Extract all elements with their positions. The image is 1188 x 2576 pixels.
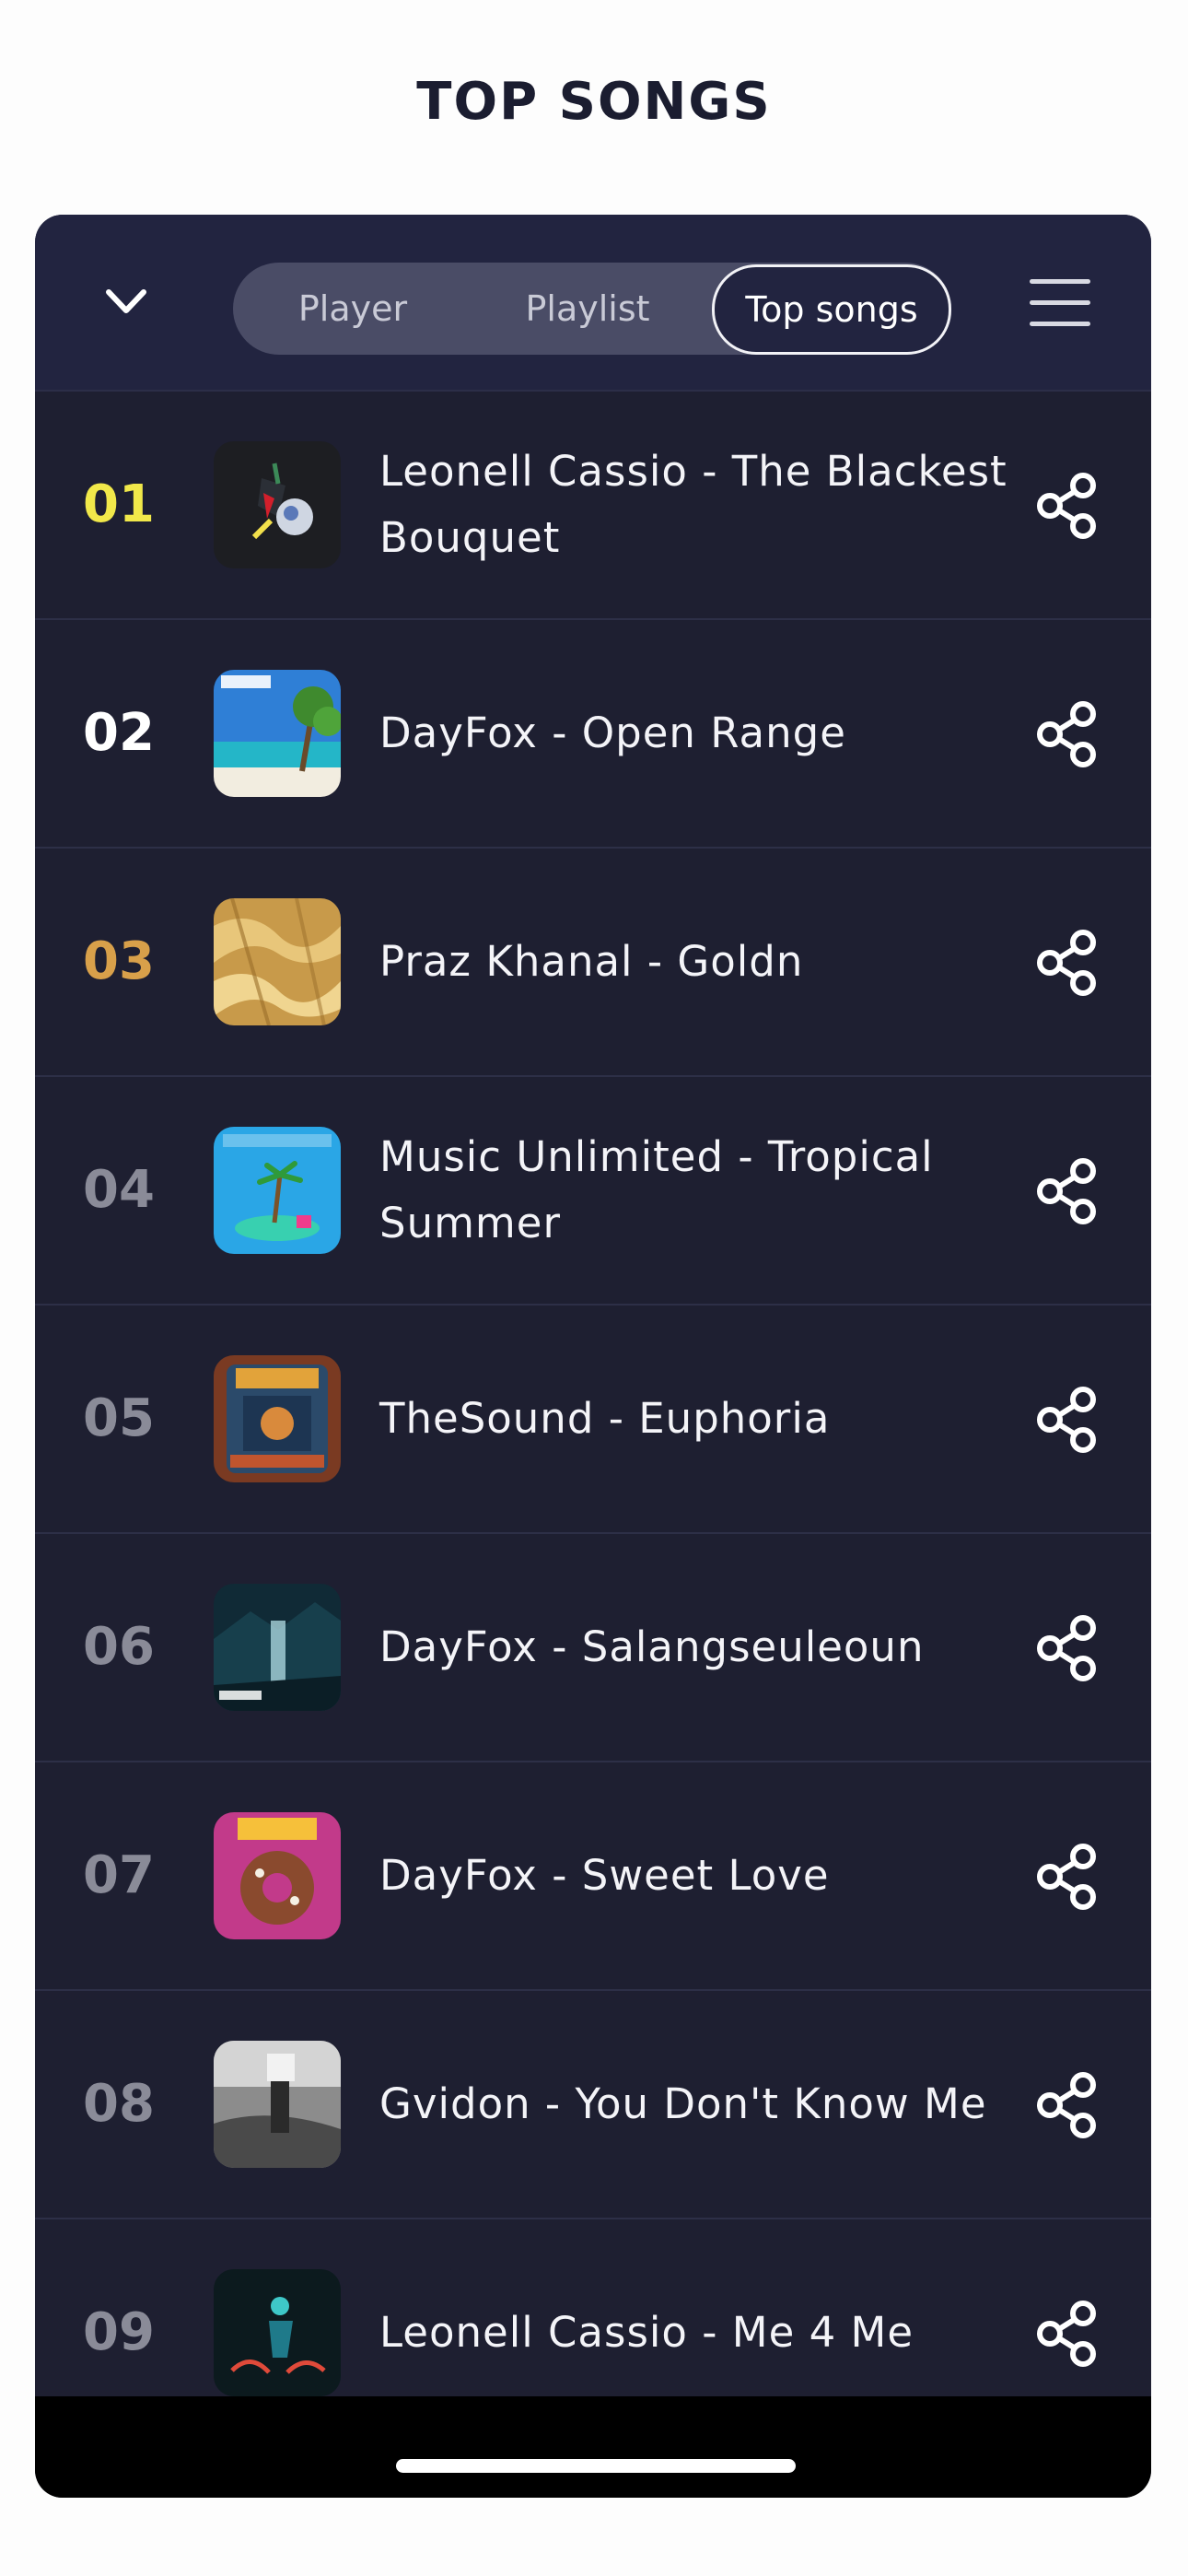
top-songs-panel: Player Playlist Top songs 01 Leonell Cas… (35, 215, 1151, 2498)
song-title: Music Unlimited - Tropical Summer (379, 1132, 934, 1247)
share-icon[interactable] (1033, 1158, 1100, 1224)
song-rank: 07 (83, 1845, 155, 1905)
page-title: TOP SONGS (416, 72, 772, 132)
view-switcher: Player Playlist Top songs (233, 263, 951, 355)
home-indicator-area (35, 2396, 1151, 2498)
tab-playlist[interactable]: Playlist (468, 263, 707, 355)
song-list: 01 Leonell Cassio - The Blackest Bouquet (35, 392, 1151, 2448)
album-art (214, 1812, 341, 1939)
share-icon[interactable] (1033, 473, 1100, 539)
song-rank: 02 (83, 703, 155, 763)
album-art (214, 2041, 341, 2168)
song-row[interactable]: 07 DayFox - Sweet Love (35, 1762, 1151, 1991)
song-row[interactable]: 08 Gvidon - You Don't Know Me (35, 1991, 1151, 2219)
song-row[interactable]: 01 Leonell Cassio - The Blackest Bouquet (35, 392, 1151, 620)
album-art (214, 670, 341, 797)
song-title: DayFox - Open Range (379, 708, 846, 757)
song-title: TheSound - Euphoria (379, 1394, 831, 1443)
song-rank: 06 (83, 1617, 155, 1677)
album-art (214, 1584, 341, 1711)
song-row[interactable]: 02 DayFox - Open Range (35, 620, 1151, 849)
album-art (214, 2269, 341, 2396)
menu-icon[interactable] (1030, 277, 1094, 329)
song-rank: 03 (83, 931, 155, 991)
song-rank: 01 (83, 474, 155, 534)
share-icon[interactable] (1033, 930, 1100, 996)
share-icon[interactable] (1033, 1844, 1100, 1910)
share-icon[interactable] (1033, 2301, 1100, 2367)
panel-header: Player Playlist Top songs (35, 215, 1151, 392)
share-icon[interactable] (1033, 701, 1100, 767)
song-title: Gvidon - You Don't Know Me (379, 2079, 987, 2128)
album-art (214, 1127, 341, 1254)
tab-top-songs[interactable]: Top songs (712, 264, 951, 355)
share-icon[interactable] (1033, 2072, 1100, 2138)
chevron-down-icon[interactable] (94, 270, 158, 334)
album-art (214, 1355, 341, 1482)
song-title: DayFox - Sweet Love (379, 1851, 830, 1900)
song-row[interactable]: 05 TheSound - Euphoria (35, 1306, 1151, 1534)
song-row[interactable]: 06 DayFox - Salangseuleoun (35, 1534, 1151, 1762)
song-row[interactable]: 03 Praz Khanal - Goldn (35, 849, 1151, 1077)
song-title: DayFox - Salangseuleoun (379, 1622, 925, 1671)
song-row[interactable]: 04 Music Unlimited - Tropical Summer (35, 1077, 1151, 1306)
song-rank: 05 (83, 1388, 155, 1448)
song-rank: 04 (83, 1160, 155, 1220)
share-icon[interactable] (1033, 1615, 1100, 1681)
album-art (214, 898, 341, 1025)
song-title: Praz Khanal - Goldn (379, 937, 804, 986)
home-indicator[interactable] (396, 2459, 796, 2473)
screen: TOP SONGS Player Playlist Top songs 01 L… (0, 0, 1188, 2576)
album-art (214, 441, 341, 568)
share-icon[interactable] (1033, 1387, 1100, 1453)
tab-player[interactable]: Player (242, 263, 463, 355)
song-rank: 08 (83, 2074, 155, 2134)
song-title: Leonell Cassio - The Blackest Bouquet (379, 447, 1007, 562)
